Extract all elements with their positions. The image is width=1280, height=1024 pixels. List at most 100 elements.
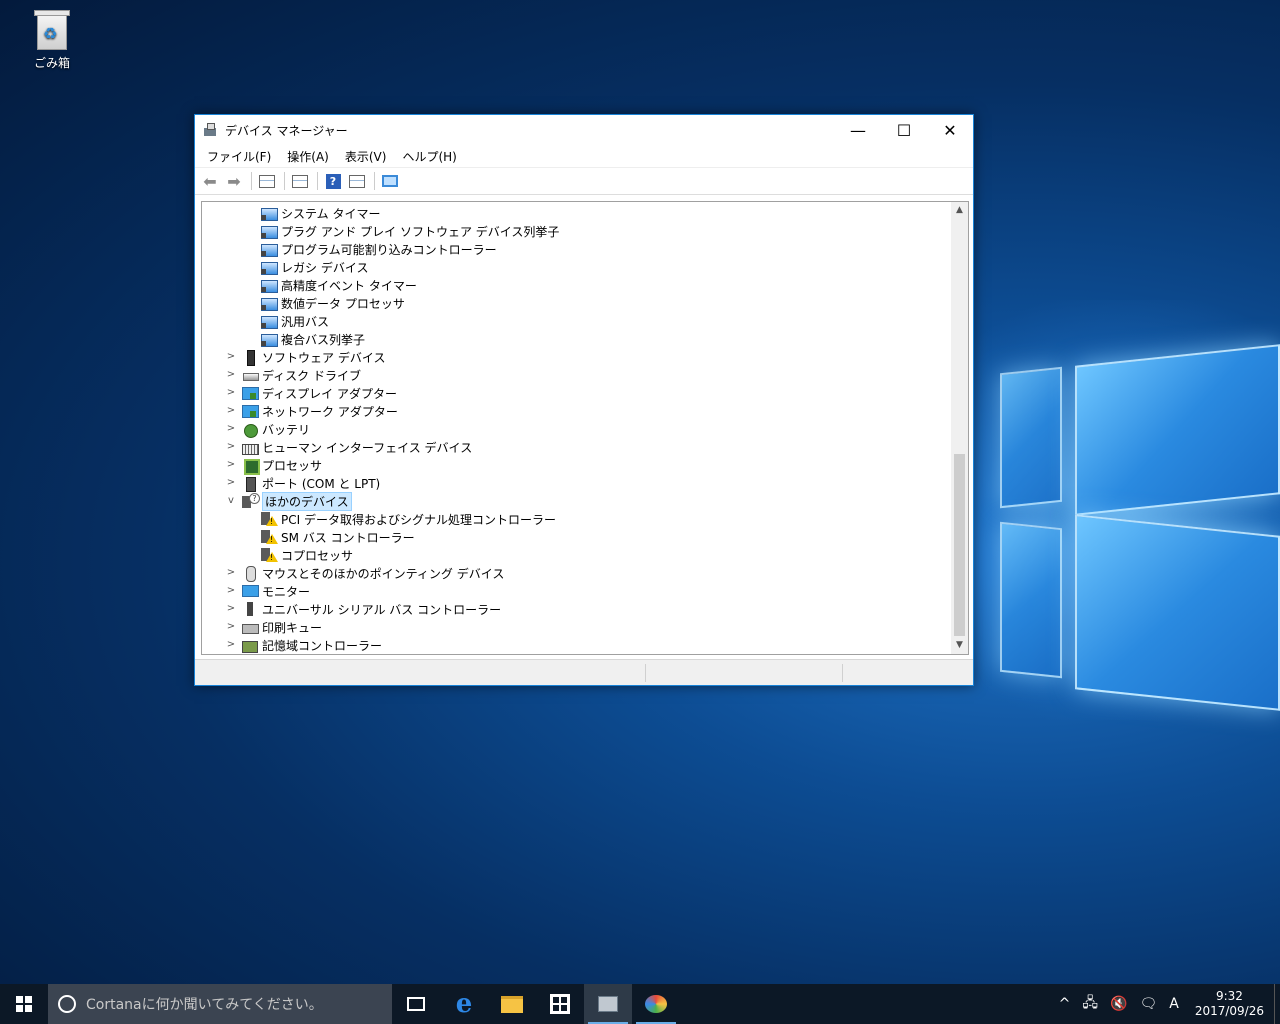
menu-view[interactable]: 表示(V) <box>337 148 395 165</box>
expand-chevron-icon[interactable]: > <box>226 424 236 434</box>
device-manager-taskbar-button[interactable] <box>584 984 632 1024</box>
expand-chevron-icon[interactable]: > <box>226 568 236 578</box>
tree-node-label: モニター <box>262 584 311 599</box>
tree-node[interactable]: 複合バス列挙子 <box>202 330 952 348</box>
device-device-icon <box>261 223 278 239</box>
tree-node[interactable]: 数値データ プロセッサ <box>202 294 952 312</box>
cortana-search-box[interactable]: Cortanaに何か聞いてみてください。 <box>48 984 392 1024</box>
scroll-down-button[interactable]: ▼ <box>951 637 968 654</box>
expand-chevron-icon[interactable]: > <box>226 478 236 488</box>
tree-node[interactable]: > ソフトウェア デバイス <box>202 348 952 366</box>
disk-device-icon <box>242 367 259 383</box>
tree-node[interactable]: コプロセッサ <box>202 546 952 564</box>
expand-chevron-icon[interactable]: > <box>226 640 236 650</box>
expand-chevron-icon[interactable]: > <box>226 604 236 614</box>
tree-node[interactable]: > ポート (COM と LPT) <box>202 474 952 492</box>
scroll-thumb[interactable] <box>954 454 965 636</box>
console-tree-icon <box>259 174 275 188</box>
warn-device-icon <box>261 547 278 563</box>
action-pane-button[interactable] <box>346 170 368 192</box>
show-desktop-button[interactable] <box>1274 984 1280 1024</box>
menu-file[interactable]: ファイル(F) <box>199 148 279 165</box>
tree-node[interactable]: > ヒューマン インターフェイス デバイス <box>202 438 952 456</box>
menu-help[interactable]: ヘルプ(H) <box>394 148 464 165</box>
tree-node-label: ディスプレイ アダプター <box>262 386 397 401</box>
volume-muted-icon[interactable]: 🔇 <box>1104 996 1133 1012</box>
warn-device-icon <box>261 529 278 545</box>
tree-node-label: システム タイマー <box>281 206 381 221</box>
expand-chevron-icon[interactable]: > <box>226 406 236 416</box>
windows-logo-icon <box>16 996 32 1012</box>
tree-node[interactable]: プラグ アンド プレイ ソフトウェア デバイス列挙子 <box>202 222 952 240</box>
expand-chevron-icon[interactable]: > <box>226 460 236 470</box>
device-manager-window[interactable]: デバイス マネージャー — ☐ ✕ ファイル(F) 操作(A) 表示(V) ヘル… <box>194 114 974 686</box>
device-tree[interactable]: システム タイマープラグ アンド プレイ ソフトウェア デバイス列挙子 プログラム… <box>201 201 969 655</box>
menu-action[interactable]: 操作(A) <box>279 148 337 165</box>
tree-node[interactable]: レガシ デバイス <box>202 258 952 276</box>
tree-node[interactable]: > ネットワーク アダプター <box>202 402 952 420</box>
file-explorer-button[interactable] <box>488 984 536 1024</box>
tree-node[interactable]: > バッテリ <box>202 420 952 438</box>
tree-node[interactable]: 汎用バス <box>202 312 952 330</box>
tree-node[interactable]: > ディスク ドライブ <box>202 366 952 384</box>
expand-chevron-icon[interactable]: > <box>226 622 236 632</box>
show-hide-console-tree-button[interactable] <box>256 170 278 192</box>
tree-node[interactable]: システム タイマー <box>202 204 952 222</box>
expand-chevron-icon[interactable]: > <box>226 442 236 452</box>
collapse-chevron-icon[interactable]: v <box>226 496 236 506</box>
start-button[interactable] <box>0 984 48 1024</box>
tree-node[interactable]: > 記憶域コントローラー <box>202 636 952 654</box>
properties-button[interactable] <box>289 170 311 192</box>
clock[interactable]: 9:32 2017/09/26 <box>1185 989 1274 1019</box>
tree-node[interactable]: 高精度イベント タイマー <box>202 276 952 294</box>
expand-chevron-icon[interactable]: > <box>226 586 236 596</box>
back-button[interactable]: ⬅ <box>199 170 221 192</box>
expand-chevron-icon[interactable]: > <box>226 370 236 380</box>
tree-node[interactable]: SM バス コントローラー <box>202 528 952 546</box>
tree-node-label: 数値データ プロセッサ <box>281 296 405 311</box>
tree-node[interactable]: > マウスとそのほかのポインティング デバイス <box>202 564 952 582</box>
tree-node[interactable]: > 印刷キュー <box>202 618 952 636</box>
minimize-button[interactable]: — <box>835 115 881 145</box>
scroll-up-button[interactable]: ▲ <box>951 202 968 219</box>
tree-node[interactable]: v ほかのデバイス <box>202 491 952 511</box>
other-device-icon <box>242 493 260 509</box>
help-icon: ? <box>325 173 341 189</box>
task-view-button[interactable] <box>392 984 440 1024</box>
tree-node-label: プラグ アンド プレイ ソフトウェア デバイス列挙子 <box>281 224 560 239</box>
tree-node[interactable]: > ユニバーサル シリアル バス コントローラー <box>202 600 952 618</box>
close-button[interactable]: ✕ <box>927 115 973 145</box>
tree-node[interactable]: PCI データ取得およびシグナル処理コントローラー <box>202 510 952 528</box>
wallpaper-logo-pane <box>1075 514 1280 711</box>
action-pane-icon <box>349 174 365 188</box>
display-device-icon <box>242 385 259 401</box>
vertical-scrollbar[interactable]: ▲ ▼ <box>951 202 968 654</box>
clock-time: 9:32 <box>1215 989 1243 1003</box>
properties-icon <box>292 174 308 188</box>
expand-chevron-icon[interactable]: > <box>226 388 236 398</box>
recycle-bin-label: ごみ箱 <box>33 56 70 70</box>
window-title: デバイス マネージャー <box>225 123 348 138</box>
maximize-button[interactable]: ☐ <box>881 115 927 145</box>
edge-button[interactable]: e <box>440 984 488 1024</box>
tree-node[interactable]: プログラム可能割り込みコントローラー <box>202 240 952 258</box>
tree-node[interactable]: > プロセッサ <box>202 456 952 475</box>
title-bar[interactable]: デバイス マネージャー — ☐ ✕ <box>195 115 973 145</box>
toolbar-separator <box>284 172 285 190</box>
scan-hardware-button[interactable] <box>379 170 401 192</box>
expand-chevron-icon[interactable]: > <box>226 352 236 362</box>
forward-button[interactable]: ➡ <box>223 170 245 192</box>
tree-node-label: 複合バス列挙子 <box>281 332 366 347</box>
tree-node[interactable]: > ディスプレイ アダプター <box>202 384 952 402</box>
store-button[interactable] <box>536 984 584 1024</box>
network-icon[interactable]: 🖧 <box>1076 992 1104 1016</box>
paint-taskbar-button[interactable] <box>632 984 680 1024</box>
tree-node-label: 汎用バス <box>281 314 330 329</box>
recycle-bin-shortcut[interactable]: ♻ ごみ箱 <box>22 8 82 71</box>
toolbar-separator <box>374 172 375 190</box>
show-hidden-icons-button[interactable]: ^ <box>1053 996 1077 1012</box>
tree-node[interactable]: > モニター <box>202 582 952 600</box>
action-center-icon[interactable]: 🗨 <box>1133 996 1163 1012</box>
ime-mode-indicator[interactable]: A <box>1163 996 1185 1012</box>
help-button[interactable]: ? <box>322 170 344 192</box>
